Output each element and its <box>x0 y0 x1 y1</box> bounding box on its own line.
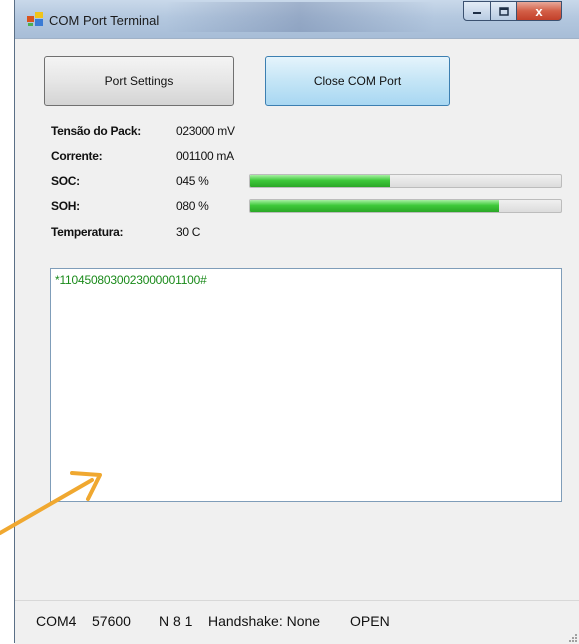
close-window-button[interactable]: x <box>516 1 562 21</box>
status-bar: COM4 57600 N 8 1 Handshake: None OPEN <box>15 600 579 644</box>
title-bar[interactable]: COM Port Terminal x <box>15 0 579 39</box>
minimize-icon <box>473 12 481 14</box>
title-bar-shade <box>165 2 435 32</box>
port-settings-label: Port Settings <box>104 74 174 88</box>
com-port-terminal-window: COM Port Terminal x Port Settings Close … <box>14 0 579 644</box>
pack-voltage-value: 023000 mV <box>176 124 235 138</box>
maximize-icon <box>498 6 509 16</box>
terminal-output-text: *110450803002300000110​0# <box>55 273 207 287</box>
soh-progress-bar <box>249 199 562 213</box>
temperature-value: 30 C <box>176 225 201 239</box>
soc-value: 045 % <box>176 174 209 188</box>
status-port: COM4 <box>36 613 77 629</box>
close-com-port-label: Close COM Port <box>313 74 402 88</box>
current-value: 001100 mA <box>176 149 234 163</box>
pack-voltage-label: Tensão do Pack: <box>51 124 141 138</box>
terminal-output-textbox[interactable]: *110450803002300000110​0# <box>50 268 562 502</box>
minimize-button[interactable] <box>463 1 491 21</box>
soh-value: 080 % <box>176 199 209 213</box>
app-window-icon <box>27 12 43 26</box>
close-com-port-button[interactable]: Close COM Port <box>265 56 450 106</box>
current-label: Corrente: <box>51 149 103 163</box>
close-icon: x <box>535 3 543 19</box>
port-settings-button[interactable]: Port Settings <box>44 56 234 106</box>
maximize-button[interactable] <box>490 1 517 21</box>
status-state: OPEN <box>350 613 390 629</box>
temperature-label: Temperatura: <box>51 225 124 239</box>
soh-progress-fill <box>250 200 499 212</box>
window-title: COM Port Terminal <box>49 13 160 28</box>
arrow-annotation-icon <box>0 471 102 535</box>
soh-label: SOH: <box>51 199 80 213</box>
soc-progress-bar <box>249 174 562 188</box>
soc-progress-fill <box>250 175 390 187</box>
status-handshake: Handshake: None <box>208 613 321 629</box>
status-framing: N 8 1 <box>159 613 193 629</box>
status-baud: 57600 <box>92 613 131 629</box>
soc-label: SOC: <box>51 174 80 188</box>
resize-grip-icon[interactable] <box>567 632 577 642</box>
